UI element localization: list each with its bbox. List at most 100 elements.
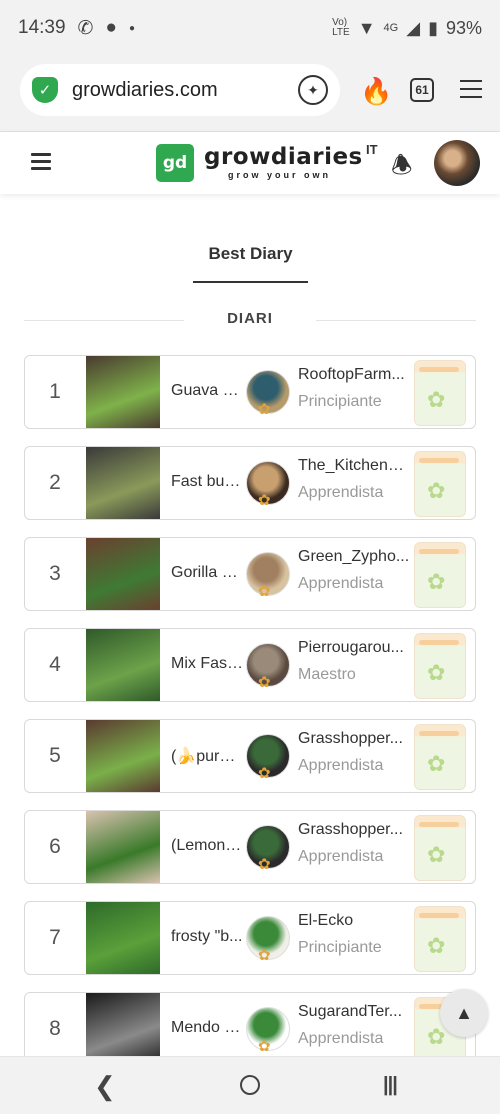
diary-row[interactable]: 2 Fast bud... ✿ The_Kitchen_... Apprendi… (24, 446, 476, 520)
diary-thumbnail[interactable] (86, 447, 160, 519)
diary-name[interactable]: Fast bud... (171, 473, 243, 491)
hamburger-menu-icon[interactable] (31, 153, 51, 174)
logo-mark[interactable]: gd (156, 144, 194, 182)
address-bar[interactable]: ✓ growdiaries.com ✦ (20, 64, 340, 116)
user-name[interactable]: Grasshopper... (298, 821, 410, 839)
diary-name[interactable]: (🍌purpl... (171, 746, 243, 766)
whatsapp-icon: ✆ (77, 17, 94, 39)
status-time: 14:39 (18, 17, 66, 38)
jar-icon: ✿ (414, 633, 466, 699)
jar-icon: ✿ (414, 360, 466, 426)
jar-icon: ✿ (414, 906, 466, 972)
user-name[interactable]: The_Kitchen_... (298, 457, 410, 475)
diary-name[interactable]: Mix Fast ... (171, 655, 243, 673)
diary-row[interactable]: 6 (Lemon ... ✿ Grasshopper... Apprendist… (24, 810, 476, 884)
diary-thumbnail[interactable] (86, 993, 160, 1065)
network-type: 4G (383, 22, 399, 34)
diary-thumbnail[interactable] (86, 811, 160, 883)
jar-icon: ✿ (414, 542, 466, 608)
assistant-icon[interactable]: ✦ (298, 75, 328, 105)
jar-icon: ✿ (414, 451, 466, 517)
home-icon[interactable] (240, 1075, 260, 1095)
volte-icon: Vo) LTE (332, 17, 350, 38)
chat-icon: ● (105, 17, 117, 38)
user-name[interactable]: SugarandTer... (298, 1003, 410, 1021)
user-level: Principiante (298, 393, 382, 410)
diary-row[interactable]: 1 Guava S... ✿ RooftopFarm... Principian… (24, 355, 476, 429)
tab-best-diary[interactable]: Best Diary (193, 244, 308, 264)
shield-icon: ✓ (32, 77, 58, 103)
diary-rank: 1 (49, 380, 61, 403)
diary-rank: 4 (49, 653, 61, 676)
flame-icon[interactable]: 🔥 (360, 76, 392, 107)
logo-text[interactable]: growdiaries (204, 144, 363, 170)
diary-rank: 5 (49, 744, 61, 767)
recent-apps-icon[interactable]: ||| (383, 1074, 398, 1097)
jar-icon: ✿ (414, 815, 466, 881)
user-name[interactable]: Grasshopper... (298, 730, 410, 748)
diary-row[interactable]: 3 Gorilla M... ✿ Green_Zypho... Apprendi… (24, 537, 476, 611)
diary-name[interactable]: Guava S... (171, 382, 243, 400)
leaf-badge-icon: ✿ (258, 583, 271, 600)
scroll-top-button[interactable]: ▲ (440, 989, 488, 1037)
user-name[interactable]: El-Ecko (298, 912, 410, 930)
diary-rank: 7 (49, 926, 61, 949)
battery-icon: ▮ (428, 17, 438, 38)
diary-rank: 6 (49, 835, 61, 858)
url-text[interactable]: growdiaries.com (72, 79, 218, 102)
leaf-badge-icon: ✿ (258, 401, 271, 418)
leaf-badge-icon: ✿ (258, 765, 271, 782)
leaf-badge-icon: ✿ (258, 947, 271, 964)
user-name[interactable]: RooftopFarm... (298, 366, 410, 384)
status-bar: 14:39 ✆ ● ● Vo) LTE ▼ 4G ◢ ▮ 93% (0, 0, 500, 56)
diary-name[interactable]: frosty "b... (171, 928, 243, 946)
avatar[interactable] (434, 140, 480, 186)
diary-rank: 3 (49, 562, 61, 585)
battery-percent: 93% (445, 17, 482, 38)
diary-thumbnail[interactable] (86, 356, 160, 428)
diary-thumbnail[interactable] (86, 629, 160, 701)
diary-row[interactable]: 5 (🍌purpl... ✿ Grasshopper... Apprendist… (24, 719, 476, 793)
signal-icon: ◢ (406, 17, 421, 38)
diary-row[interactable]: 7 frosty "b... ✿ El-Ecko Principiante ✿ (24, 901, 476, 975)
diary-thumbnail[interactable] (86, 538, 160, 610)
user-level: Apprendista (298, 484, 384, 501)
diary-thumbnail[interactable] (86, 720, 160, 792)
diary-thumbnail[interactable] (86, 902, 160, 974)
bell-icon[interactable]: 🕭 (391, 148, 412, 189)
leaf-badge-icon: ✿ (258, 856, 271, 873)
language-selector[interactable]: IT (366, 142, 378, 157)
browser-toolbar: ✓ growdiaries.com ✦ 🔥 61 (0, 56, 500, 132)
user-name[interactable]: Pierrougarou... (298, 639, 410, 657)
section-title: DIARI (227, 310, 273, 327)
user-level: Maestro (298, 666, 356, 683)
user-level: Apprendista (298, 575, 384, 592)
section-header: DIARI (24, 310, 476, 330)
diary-name[interactable]: Mendo F... (171, 1019, 243, 1037)
jar-icon: ✿ (414, 724, 466, 790)
diary-name[interactable]: (Lemon ... (171, 837, 243, 855)
leaf-badge-icon: ✿ (258, 492, 271, 509)
tabs-button[interactable]: 61 (410, 78, 434, 102)
dot-icon: ● (128, 22, 135, 34)
android-nav-bar: ❮ ||| (0, 1056, 500, 1114)
diary-rank: 2 (49, 471, 61, 494)
site-header: gd growdiaries grow your own IT 🕭 (0, 132, 500, 194)
user-level: Apprendista (298, 848, 384, 865)
user-level: Apprendista (298, 1030, 384, 1047)
leaf-badge-icon: ✿ (258, 1038, 271, 1055)
back-icon[interactable]: ❮ (94, 1071, 116, 1102)
user-name[interactable]: Green_Zypho... (298, 548, 410, 566)
user-level: Apprendista (298, 757, 384, 774)
wifi-icon: ▼ (357, 17, 376, 38)
diary-name[interactable]: Gorilla M... (171, 564, 243, 582)
leaf-badge-icon: ✿ (258, 674, 271, 691)
diary-row[interactable]: 4 Mix Fast ... ✿ Pierrougarou... Maestro… (24, 628, 476, 702)
menu-icon[interactable] (460, 80, 482, 104)
tab-indicator (193, 281, 308, 283)
logo-tagline: grow your own (228, 170, 331, 180)
divider (316, 320, 476, 321)
user-level: Principiante (298, 939, 382, 956)
diary-rank: 8 (49, 1017, 61, 1040)
diary-row[interactable]: 8 Mendo F... ✿ SugarandTer... Apprendist… (24, 992, 476, 1066)
